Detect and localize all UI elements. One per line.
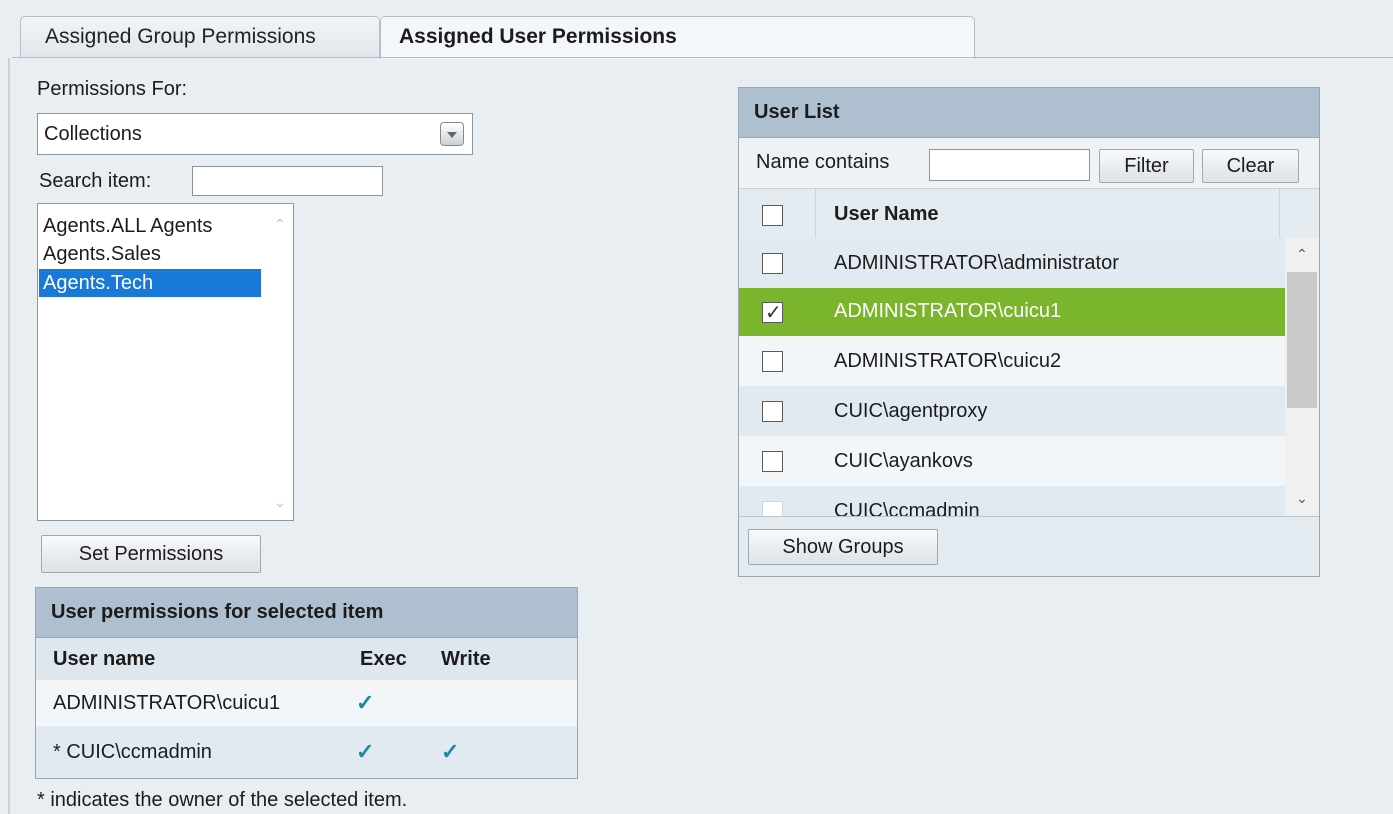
user-name-cell: ADMINISTRATOR\administrator xyxy=(834,252,1119,274)
scrollbar-thumb[interactable] xyxy=(1287,272,1317,408)
col-exec: Exec xyxy=(360,648,407,670)
user-filter-bar: Name contains Filter Clear xyxy=(739,138,1319,188)
list-item[interactable]: Agents.Sales xyxy=(39,240,261,268)
show-groups-button[interactable]: Show Groups xyxy=(748,529,938,565)
select-all-checkbox[interactable] xyxy=(762,205,783,226)
row-checkbox[interactable] xyxy=(762,253,783,274)
user-list-rows: ADMINISTRATOR\administrator ADMINISTRATO… xyxy=(739,238,1319,516)
user-name-cell: * CUIC\ccmadmin xyxy=(53,741,212,763)
user-name-cell: CUIC\ayankovs xyxy=(834,450,973,472)
list-item-selected[interactable]: Agents.Tech xyxy=(39,269,261,297)
write-check-icon: ✓ xyxy=(441,739,460,764)
row-checkbox[interactable] xyxy=(762,351,783,372)
user-list-footer: Show Groups xyxy=(739,516,1319,576)
col-user-name: User name xyxy=(53,648,156,670)
table-row-selected[interactable]: ADMINISTRATOR\cuicu1 xyxy=(739,288,1285,336)
name-contains-input[interactable] xyxy=(929,149,1090,181)
user-list-scrollbar[interactable]: ⌃ ⌄ xyxy=(1285,238,1319,516)
table-row[interactable]: CUIC\ayankovs xyxy=(739,436,1285,486)
scroll-up-icon[interactable]: ⌃ xyxy=(271,216,289,233)
filter-button[interactable]: Filter xyxy=(1099,149,1194,183)
list-item[interactable]: Agents.ALL Agents xyxy=(39,212,261,240)
row-checkbox-checked[interactable] xyxy=(762,300,783,325)
chevron-down-icon[interactable] xyxy=(440,122,464,146)
collections-listbox[interactable]: Agents.ALL Agents Agents.Sales Agents.Te… xyxy=(37,203,294,521)
col-write: Write xyxy=(441,648,491,670)
name-contains-label: Name contains xyxy=(756,151,890,173)
user-name-cell: CUIC\agentproxy xyxy=(834,400,988,422)
user-name-cell: ADMINISTRATOR\cuicu1 xyxy=(53,692,281,714)
table-row[interactable]: ADMINISTRATOR\cuicu2 xyxy=(739,336,1285,386)
row-checkbox[interactable] xyxy=(762,401,783,422)
table-row[interactable]: ADMINISTRATOR\administrator xyxy=(739,238,1285,288)
permissions-for-label: Permissions For: xyxy=(37,78,188,100)
column-divider xyxy=(1279,189,1280,239)
exec-check-icon: ✓ xyxy=(356,690,375,715)
scroll-up-icon[interactable]: ⌃ xyxy=(1293,246,1311,263)
user-name-cell: ADMINISTRATOR\cuicu1 xyxy=(834,300,1062,322)
user-permissions-header-row: User name Exec Write xyxy=(36,638,577,680)
permissions-for-value: Collections xyxy=(44,123,142,145)
col-user-name-header: User Name xyxy=(834,203,939,225)
content-left-border xyxy=(8,58,10,814)
tab-assigned-group-permissions[interactable]: Assigned Group Permissions xyxy=(20,16,380,58)
exec-check-icon: ✓ xyxy=(356,739,375,764)
user-permissions-title: User permissions for selected item xyxy=(36,588,577,638)
column-divider xyxy=(815,189,816,239)
tab-divider xyxy=(12,57,1393,58)
row-checkbox[interactable] xyxy=(762,451,783,472)
table-row: * CUIC\ccmadmin ✓ ✓ xyxy=(36,726,577,778)
user-list-title: User List xyxy=(739,88,1319,138)
clear-button[interactable]: Clear xyxy=(1202,149,1299,183)
permissions-for-select[interactable]: Collections xyxy=(37,113,473,155)
search-item-label: Search item: xyxy=(39,170,152,192)
owner-footnote: * indicates the owner of the selected it… xyxy=(37,789,408,811)
scroll-down-icon[interactable]: ⌄ xyxy=(271,494,289,511)
user-permissions-panel: User permissions for selected item User … xyxy=(35,587,578,779)
table-row[interactable]: CUIC\ccmadmin xyxy=(739,486,1285,516)
table-row[interactable]: CUIC\agentproxy xyxy=(739,386,1285,436)
user-name-cell: ADMINISTRATOR\cuicu2 xyxy=(834,350,1062,372)
user-list-header-row: User Name xyxy=(739,188,1319,239)
table-row: ADMINISTRATOR\cuicu1 ✓ xyxy=(36,680,577,726)
row-checkbox[interactable] xyxy=(762,501,783,516)
tab-assigned-user-permissions[interactable]: Assigned User Permissions xyxy=(380,16,975,59)
user-list-panel: User List Name contains Filter Clear Use… xyxy=(738,87,1320,577)
search-item-input[interactable] xyxy=(192,166,383,196)
user-name-cell: CUIC\ccmadmin xyxy=(834,500,980,516)
scroll-down-icon[interactable]: ⌄ xyxy=(1293,490,1311,507)
set-permissions-button[interactable]: Set Permissions xyxy=(41,535,261,573)
